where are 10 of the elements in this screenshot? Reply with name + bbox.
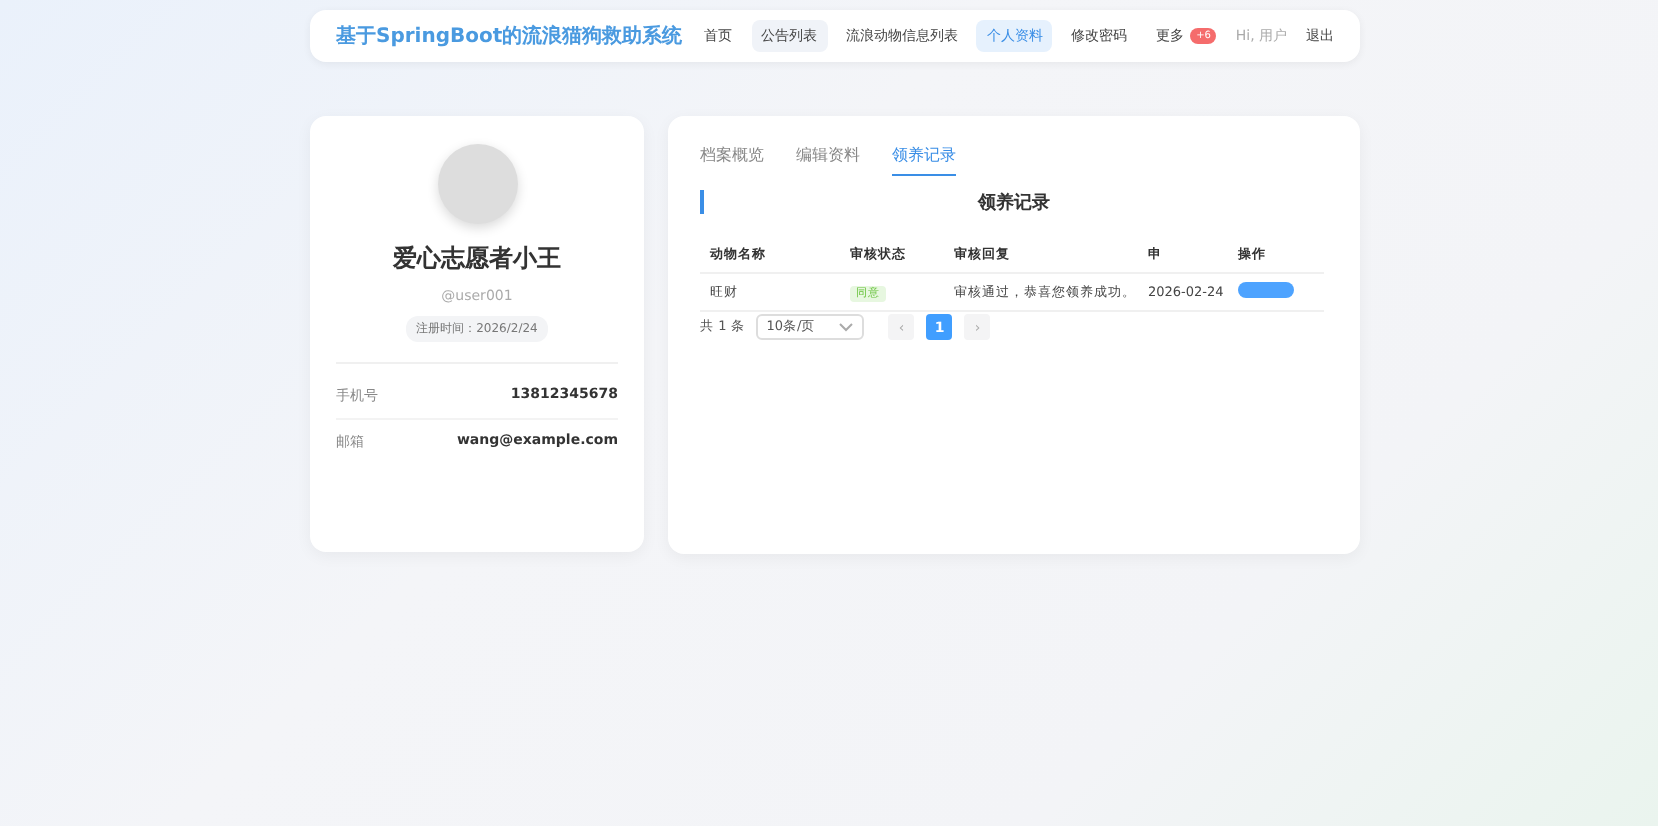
chevron-down-icon bbox=[838, 322, 855, 332]
site-title[interactable]: 基于SpringBoot的流浪猫狗救助系统 bbox=[336, 22, 683, 50]
tab[interactable]: 档案概览 bbox=[700, 144, 764, 176]
profile-name: 爱心志愿者小王 bbox=[393, 242, 561, 276]
section-accent-bar bbox=[700, 190, 704, 214]
tab[interactable]: 编辑资料 bbox=[796, 144, 860, 176]
avatar-photo-placeholder bbox=[437, 144, 517, 224]
action-button[interactable] bbox=[1238, 282, 1294, 298]
tab[interactable]: 领养记录 bbox=[892, 144, 956, 176]
section-title: 领养记录 bbox=[978, 190, 1050, 215]
